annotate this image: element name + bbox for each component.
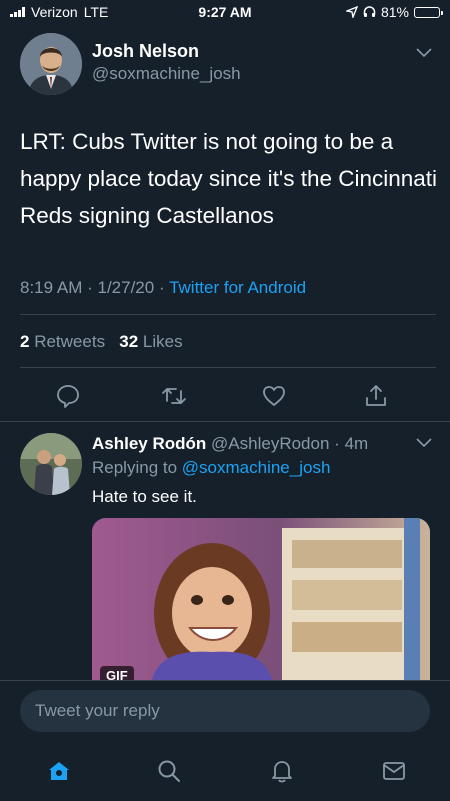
- replying-to: Replying to @soxmachine_josh: [92, 458, 330, 478]
- reply-text: Hate to see it.: [92, 487, 197, 506]
- gif-badge: GIF: [100, 666, 134, 680]
- heart-icon: [263, 386, 285, 406]
- divider: [20, 314, 436, 315]
- tweet-time: 8:19 AM: [20, 278, 83, 297]
- reply-author-avatar[interactable]: [20, 433, 82, 495]
- like-button[interactable]: [258, 380, 290, 412]
- retweet-button[interactable]: [158, 380, 190, 412]
- likes-stat[interactable]: 32 Likes: [119, 332, 182, 351]
- meta-separator: ·: [87, 278, 98, 297]
- battery-icon: [414, 6, 443, 18]
- tweet-meta: 8:19 AM · 1/27/20 · Twitter for Android: [20, 278, 306, 298]
- notifications-icon: [272, 761, 292, 783]
- status-right: 81%: [345, 4, 443, 20]
- author-avatar[interactable]: [20, 33, 82, 95]
- likes-count: 32: [119, 332, 139, 351]
- author-handle[interactable]: @soxmachine_josh: [92, 64, 241, 84]
- tab-messages[interactable]: [379, 756, 409, 786]
- chevron-down-icon[interactable]: [416, 438, 432, 448]
- tweet-client-link[interactable]: Twitter for Android: [169, 278, 306, 297]
- headphones-icon: [363, 6, 376, 17]
- location-icon: [345, 6, 358, 18]
- reply-time: 4m: [344, 434, 369, 453]
- messages-icon: [383, 762, 405, 780]
- replying-mention-link[interactable]: @soxmachine_josh: [182, 458, 331, 477]
- tab-home[interactable]: [44, 756, 74, 786]
- tweet-actions: [0, 380, 450, 412]
- retweets-count: 2: [20, 332, 30, 351]
- battery-percent: 81%: [380, 4, 409, 20]
- reply-gif[interactable]: GIF: [92, 518, 430, 680]
- retweets-stat[interactable]: 2 Retweets: [20, 332, 105, 351]
- reply-avatar-photo: [20, 433, 82, 495]
- tab-bar: [0, 748, 450, 792]
- tweet-stats: 2 Retweets 32 Likes: [20, 332, 183, 352]
- reply-header: Ashley Rodón @AshleyRodon · 4m: [92, 434, 368, 454]
- share-button[interactable]: [360, 380, 392, 412]
- tab-notifications[interactable]: [267, 756, 297, 786]
- search-icon: [158, 760, 180, 782]
- reply-input[interactable]: Tweet your reply: [20, 690, 430, 732]
- tab-search[interactable]: [154, 756, 184, 786]
- retweets-label: Retweets: [34, 332, 106, 351]
- home-icon: [49, 762, 69, 780]
- reply-icon: [57, 385, 79, 408]
- share-icon: [366, 385, 386, 406]
- divider: [0, 421, 450, 422]
- replying-label: Replying to: [92, 458, 178, 477]
- author-name[interactable]: Josh Nelson: [92, 41, 199, 62]
- reply-separator: ·: [334, 434, 340, 453]
- chevron-down-icon[interactable]: [416, 48, 432, 58]
- tweet-date: 1/27/20: [97, 278, 155, 297]
- avatar-photo: [20, 33, 82, 95]
- meta-dot: ·: [158, 278, 165, 297]
- likes-label: Likes: [142, 332, 183, 351]
- reply-author-handle[interactable]: @AshleyRodon: [211, 434, 329, 453]
- reply-button[interactable]: [52, 380, 84, 412]
- gif-image: [92, 518, 430, 680]
- retweet-icon: [162, 388, 186, 404]
- tweet-text: LRT: Cubs Twitter is not going to be a h…: [20, 129, 438, 228]
- reply-author-name[interactable]: Ashley Rodón: [92, 434, 206, 453]
- divider: [20, 367, 436, 368]
- status-bar: Verizon LTE 9:27 AM 81%: [0, 0, 450, 24]
